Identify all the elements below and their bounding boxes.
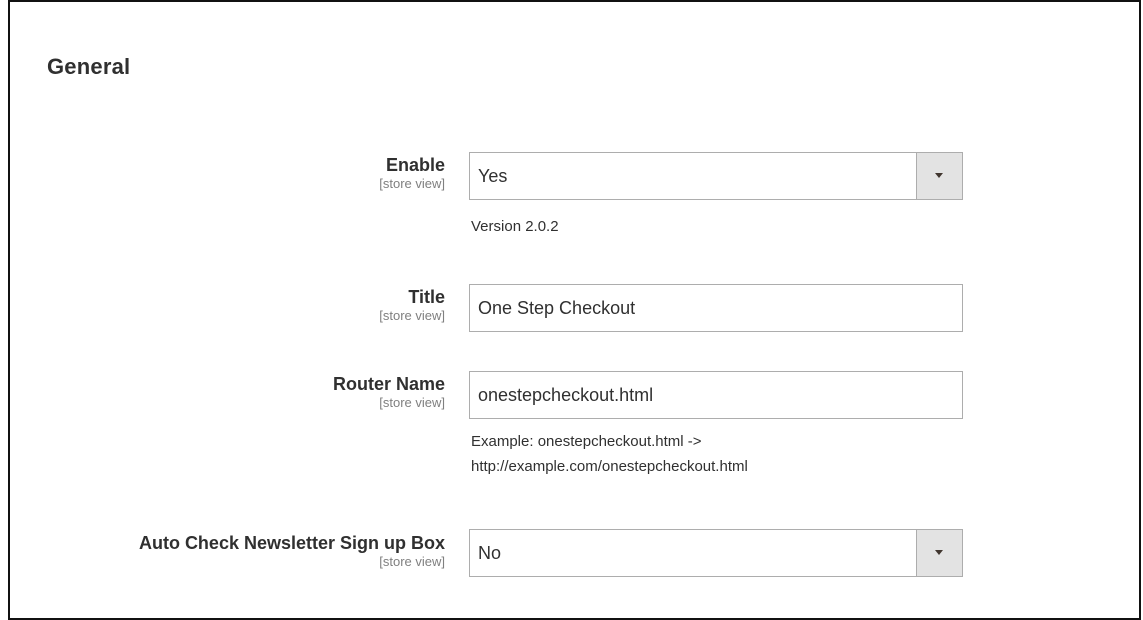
title-label: Title xyxy=(408,287,445,307)
enable-scope: [store view] xyxy=(379,176,445,191)
auto-newsletter-select-toggle[interactable] xyxy=(916,530,962,576)
enable-select[interactable]: Yes xyxy=(469,152,963,200)
auto-newsletter-label: Auto Check Newsletter Sign up Box xyxy=(138,533,445,553)
enable-select-value: Yes xyxy=(478,166,508,186)
config-panel: General Enable [store view] Yes Version … xyxy=(8,0,1141,620)
section-title: General xyxy=(47,54,131,79)
title-input[interactable]: One Step Checkout xyxy=(469,284,963,332)
auto-newsletter-select-value: No xyxy=(478,543,502,563)
title-label-group: Title [store view] xyxy=(379,286,445,324)
enable-label-group: Enable [store view] xyxy=(379,154,445,192)
auto-newsletter-scope: [store view] xyxy=(379,554,445,569)
enable-label: Enable xyxy=(385,155,445,175)
chevron-down-icon xyxy=(935,550,943,555)
title-scope: [store view] xyxy=(379,308,445,323)
router-name-note-line2: http://example.com/onestepcheckout.html xyxy=(471,458,748,475)
router-name-label-group: Router Name [store view] xyxy=(333,373,445,411)
auto-newsletter-select[interactable]: No xyxy=(469,529,963,577)
chevron-down-icon xyxy=(935,173,943,178)
router-name-note-line1: Example: onestepcheckout.html -> xyxy=(471,433,702,450)
router-name-scope: [store view] xyxy=(379,395,445,410)
router-name-input-value: onestepcheckout.html xyxy=(478,385,654,405)
title-input-value: One Step Checkout xyxy=(478,298,636,318)
auto-newsletter-label-group: Auto Check Newsletter Sign up Box [store… xyxy=(139,532,445,570)
router-name-label: Router Name xyxy=(332,374,445,394)
router-name-input[interactable]: onestepcheckout.html xyxy=(469,371,963,419)
enable-select-toggle[interactable] xyxy=(916,153,962,199)
enable-note: Version 2.0.2 xyxy=(471,218,559,235)
